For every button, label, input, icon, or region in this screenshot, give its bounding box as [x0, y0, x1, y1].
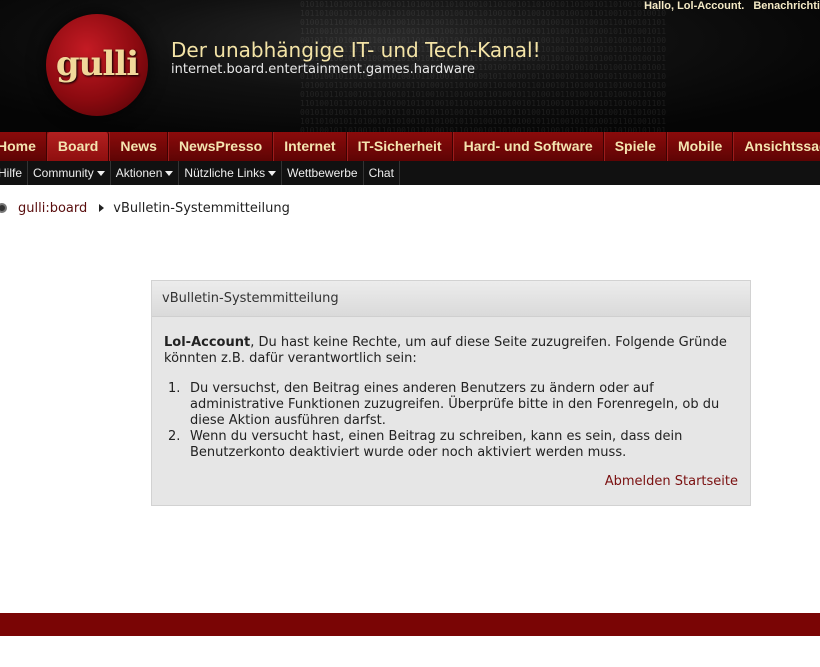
nav-it-sicherheit[interactable]: IT-Sicherheit: [346, 132, 453, 161]
message-username: Lol-Account: [164, 335, 251, 350]
reason-text: Wenn du versucht hast, einen Beitrag zu …: [190, 429, 683, 460]
subnav-aktionen-label: Aktionen: [115, 166, 163, 180]
chevron-down-icon: [165, 171, 174, 176]
subnav-nuetzliche-links[interactable]: Nützliche Links: [179, 161, 283, 185]
nav-internet[interactable]: Internet: [273, 132, 347, 161]
breadcrumb: gulli:board vBulletin-Systemmitteilung: [0, 199, 290, 217]
subnav-wettbewerbe[interactable]: Wettbewerbe: [282, 161, 364, 185]
logo-text: gulli: [55, 44, 139, 84]
subnav-hilfe-label: Hilfe: [0, 166, 23, 180]
chevron-down-icon: [96, 171, 105, 176]
nav-spiele[interactable]: Spiele: [603, 132, 667, 161]
nav-home[interactable]: Home: [0, 132, 47, 161]
logout-link[interactable]: Abmelden: [605, 474, 671, 489]
breadcrumb-arrow-icon: [99, 204, 105, 212]
notifications-link[interactable]: Benachrichti: [753, 0, 820, 12]
sub-navigation: Hilfe Community Aktionen Nützliche Links…: [0, 161, 820, 185]
subnav-chat[interactable]: Chat: [364, 161, 400, 185]
subnav-hilfe[interactable]: Hilfe: [0, 161, 29, 185]
nav-hard-software[interactable]: Hard- und Software: [452, 132, 604, 161]
site-header: 0101011010010110100101101001011010100101…: [0, 0, 820, 132]
nav-ansichtssache[interactable]: Ansichtssach: [733, 132, 820, 161]
nav-newspresso[interactable]: NewsPresso: [167, 132, 274, 161]
subnav-community[interactable]: Community: [28, 161, 111, 185]
system-message-box: vBulletin-Systemmitteilung Lol-Account, …: [151, 280, 751, 506]
list-number: 1.: [168, 381, 181, 396]
gulli-logo[interactable]: gulli: [46, 14, 148, 116]
reason-text: Du versuchst, den Beitrag eines anderen …: [190, 381, 720, 428]
subnav-chat-label: Chat: [368, 166, 394, 180]
nav-news[interactable]: News: [109, 132, 168, 161]
subnav-community-label: Community: [33, 166, 94, 180]
subnav-nuetzliche-links-label: Nützliche Links: [184, 166, 266, 180]
reasons-list: 1. Du versuchst, den Beitrag eines ander…: [164, 381, 738, 461]
site-subtitle: internet.board.entertainment.games.hardw…: [171, 62, 475, 77]
site-title: Der unabhängige IT- und Tech-Kanal!: [171, 38, 541, 62]
nav-mobile[interactable]: Mobile: [666, 132, 734, 161]
home-link[interactable]: Startseite: [675, 474, 738, 489]
breadcrumb-current: vBulletin-Systemmitteilung: [113, 200, 290, 216]
welcome-greeting: Hallo, Lol-Account.: [644, 0, 745, 12]
nav-board[interactable]: Board: [46, 132, 110, 161]
message-body: Lol-Account, Du hast keine Rechte, um au…: [152, 317, 750, 461]
chevron-down-icon: [268, 171, 277, 176]
list-item: 1. Du versuchst, den Beitrag eines ander…: [168, 381, 738, 429]
home-icon[interactable]: [0, 203, 7, 213]
message-links: Abmelden Startseite: [605, 474, 738, 489]
footer-bar: [0, 613, 820, 636]
breadcrumb-link-board[interactable]: gulli:board: [18, 201, 87, 216]
message-intro: Lol-Account, Du hast keine Rechte, um au…: [164, 335, 738, 367]
list-number: 2.: [168, 429, 181, 444]
welcome-text: Hallo, Lol-Account. Benachrichti: [638, 0, 820, 14]
message-title: vBulletin-Systemmitteilung: [152, 281, 750, 317]
main-navigation: Home Board News NewsPresso Internet IT-S…: [0, 132, 820, 161]
list-item: 2. Wenn du versucht hast, einen Beitrag …: [168, 429, 738, 461]
subnav-aktionen[interactable]: Aktionen: [111, 161, 180, 185]
subnav-wettbewerbe-label: Wettbewerbe: [287, 166, 358, 180]
